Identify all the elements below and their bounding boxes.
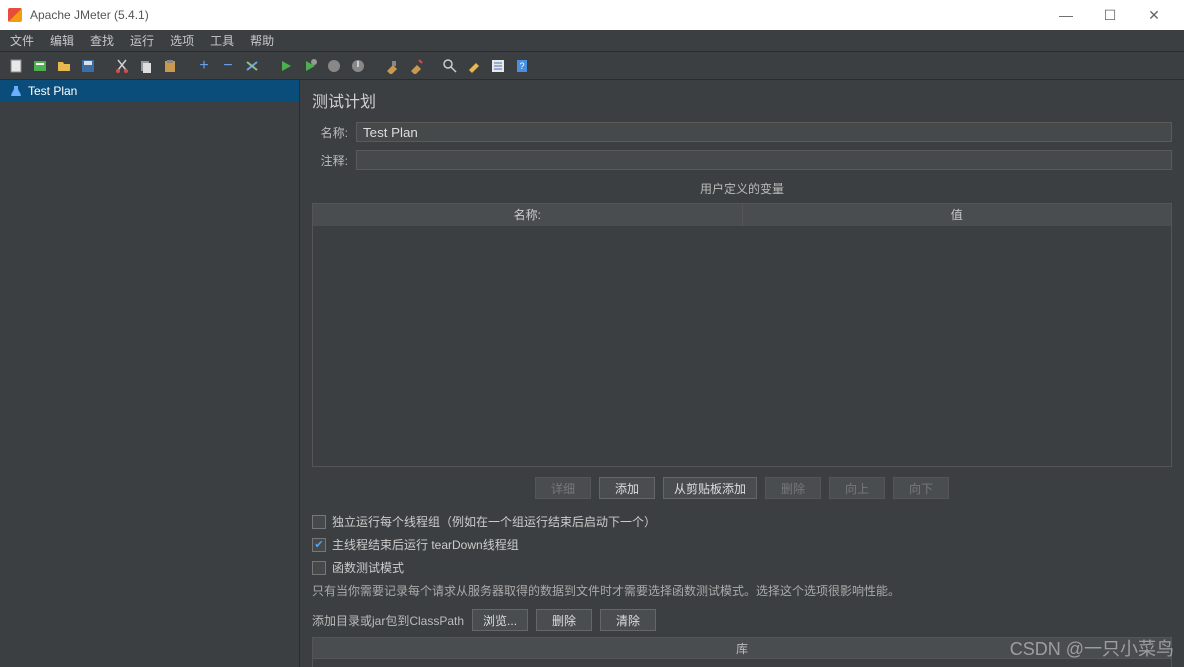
flask-icon <box>10 85 22 97</box>
search-icon[interactable] <box>440 56 460 76</box>
new-file-icon[interactable] <box>6 56 26 76</box>
user-vars-title: 用户定义的变量 <box>312 180 1172 197</box>
delete-button[interactable]: 删除 <box>765 477 821 499</box>
menu-options[interactable]: 选项 <box>166 30 198 51</box>
toolbar: + − ? <box>0 52 1184 80</box>
main-area: Test Plan 测试计划 名称: 注释: 用户定义的变量 名称: 值 详细 … <box>0 80 1184 667</box>
add-button[interactable]: 添加 <box>599 477 655 499</box>
start-icon[interactable] <box>276 56 296 76</box>
reset-search-icon[interactable] <box>464 56 484 76</box>
detail-button[interactable]: 详细 <box>535 477 591 499</box>
up-button[interactable]: 向上 <box>829 477 885 499</box>
start-no-timers-icon[interactable] <box>300 56 320 76</box>
maximize-button[interactable]: ☐ <box>1088 0 1132 30</box>
clear-icon[interactable] <box>382 56 402 76</box>
plus-icon[interactable]: + <box>194 56 214 76</box>
vars-body[interactable] <box>313 226 1171 466</box>
menu-run[interactable]: 运行 <box>126 30 158 51</box>
cp-clear-button[interactable]: 清除 <box>600 609 656 631</box>
add-from-clipboard-button[interactable]: 从剪贴板添加 <box>663 477 757 499</box>
clear-all-icon[interactable] <box>406 56 426 76</box>
shutdown-icon[interactable] <box>348 56 368 76</box>
independent-label: 独立运行每个线程组（例如在一个组运行结束后启动下一个） <box>332 513 656 530</box>
separator-icon <box>184 56 190 76</box>
content-panel: 测试计划 名称: 注释: 用户定义的变量 名称: 值 详细 添加 从剪贴板添加 … <box>300 80 1184 667</box>
functest-help: 只有当你需要记录每个请求从服务器取得的数据到文件时才需要选择函数测试模式。选择这… <box>312 582 1172 599</box>
menu-bar: 文件 编辑 查找 运行 选项 工具 帮助 <box>0 30 1184 52</box>
function-helper-icon[interactable] <box>488 56 508 76</box>
name-label: 名称: <box>312 124 348 141</box>
tree-root-label: Test Plan <box>28 84 77 98</box>
menu-file[interactable]: 文件 <box>6 30 38 51</box>
stop-icon[interactable] <box>324 56 344 76</box>
copy-icon[interactable] <box>136 56 156 76</box>
window-titlebar: Apache JMeter (5.4.1) — ☐ ✕ <box>0 0 1184 30</box>
separator-icon <box>430 56 436 76</box>
user-vars-table: 名称: 值 <box>312 203 1172 467</box>
menu-edit[interactable]: 编辑 <box>46 30 78 51</box>
classpath-label: 添加目录或jar包到ClassPath <box>312 612 464 629</box>
open-icon[interactable] <box>54 56 74 76</box>
functest-checkbox[interactable] <box>312 561 326 575</box>
templates-icon[interactable] <box>30 56 50 76</box>
close-button[interactable]: ✕ <box>1132 0 1176 30</box>
name-input[interactable] <box>356 122 1172 142</box>
menu-tools[interactable]: 工具 <box>206 30 238 51</box>
watermark: CSDN @一只小菜鸟 <box>1010 635 1174 661</box>
teardown-label: 主线程结束后运行 tearDown线程组 <box>332 536 519 553</box>
test-plan-tree[interactable]: Test Plan <box>0 80 300 667</box>
teardown-checkbox[interactable]: ✔ <box>312 538 326 552</box>
comment-input[interactable] <box>356 150 1172 170</box>
jmeter-logo-icon <box>8 8 22 22</box>
vars-col-value[interactable]: 值 <box>743 204 1172 226</box>
browse-button[interactable]: 浏览... <box>472 609 528 631</box>
tree-root-node[interactable]: Test Plan <box>0 80 299 102</box>
minus-icon[interactable]: − <box>218 56 238 76</box>
separator-icon <box>372 56 378 76</box>
cut-icon[interactable] <box>112 56 132 76</box>
window-title: Apache JMeter (5.4.1) <box>30 8 1044 22</box>
svg-text:?: ? <box>519 61 524 71</box>
comment-label: 注释: <box>312 152 348 169</box>
menu-search[interactable]: 查找 <box>86 30 118 51</box>
toggle-icon[interactable] <box>242 56 262 76</box>
vars-col-name[interactable]: 名称: <box>313 204 743 226</box>
functest-label: 函数测试模式 <box>332 559 404 576</box>
cp-delete-button[interactable]: 删除 <box>536 609 592 631</box>
down-button[interactable]: 向下 <box>893 477 949 499</box>
separator-icon <box>266 56 272 76</box>
help-icon[interactable]: ? <box>512 56 532 76</box>
save-icon[interactable] <box>78 56 98 76</box>
panel-heading: 测试计划 <box>312 88 1172 112</box>
minimize-button[interactable]: — <box>1044 0 1088 30</box>
paste-icon[interactable] <box>160 56 180 76</box>
menu-help[interactable]: 帮助 <box>246 30 278 51</box>
separator-icon <box>102 56 108 76</box>
independent-checkbox[interactable] <box>312 515 326 529</box>
